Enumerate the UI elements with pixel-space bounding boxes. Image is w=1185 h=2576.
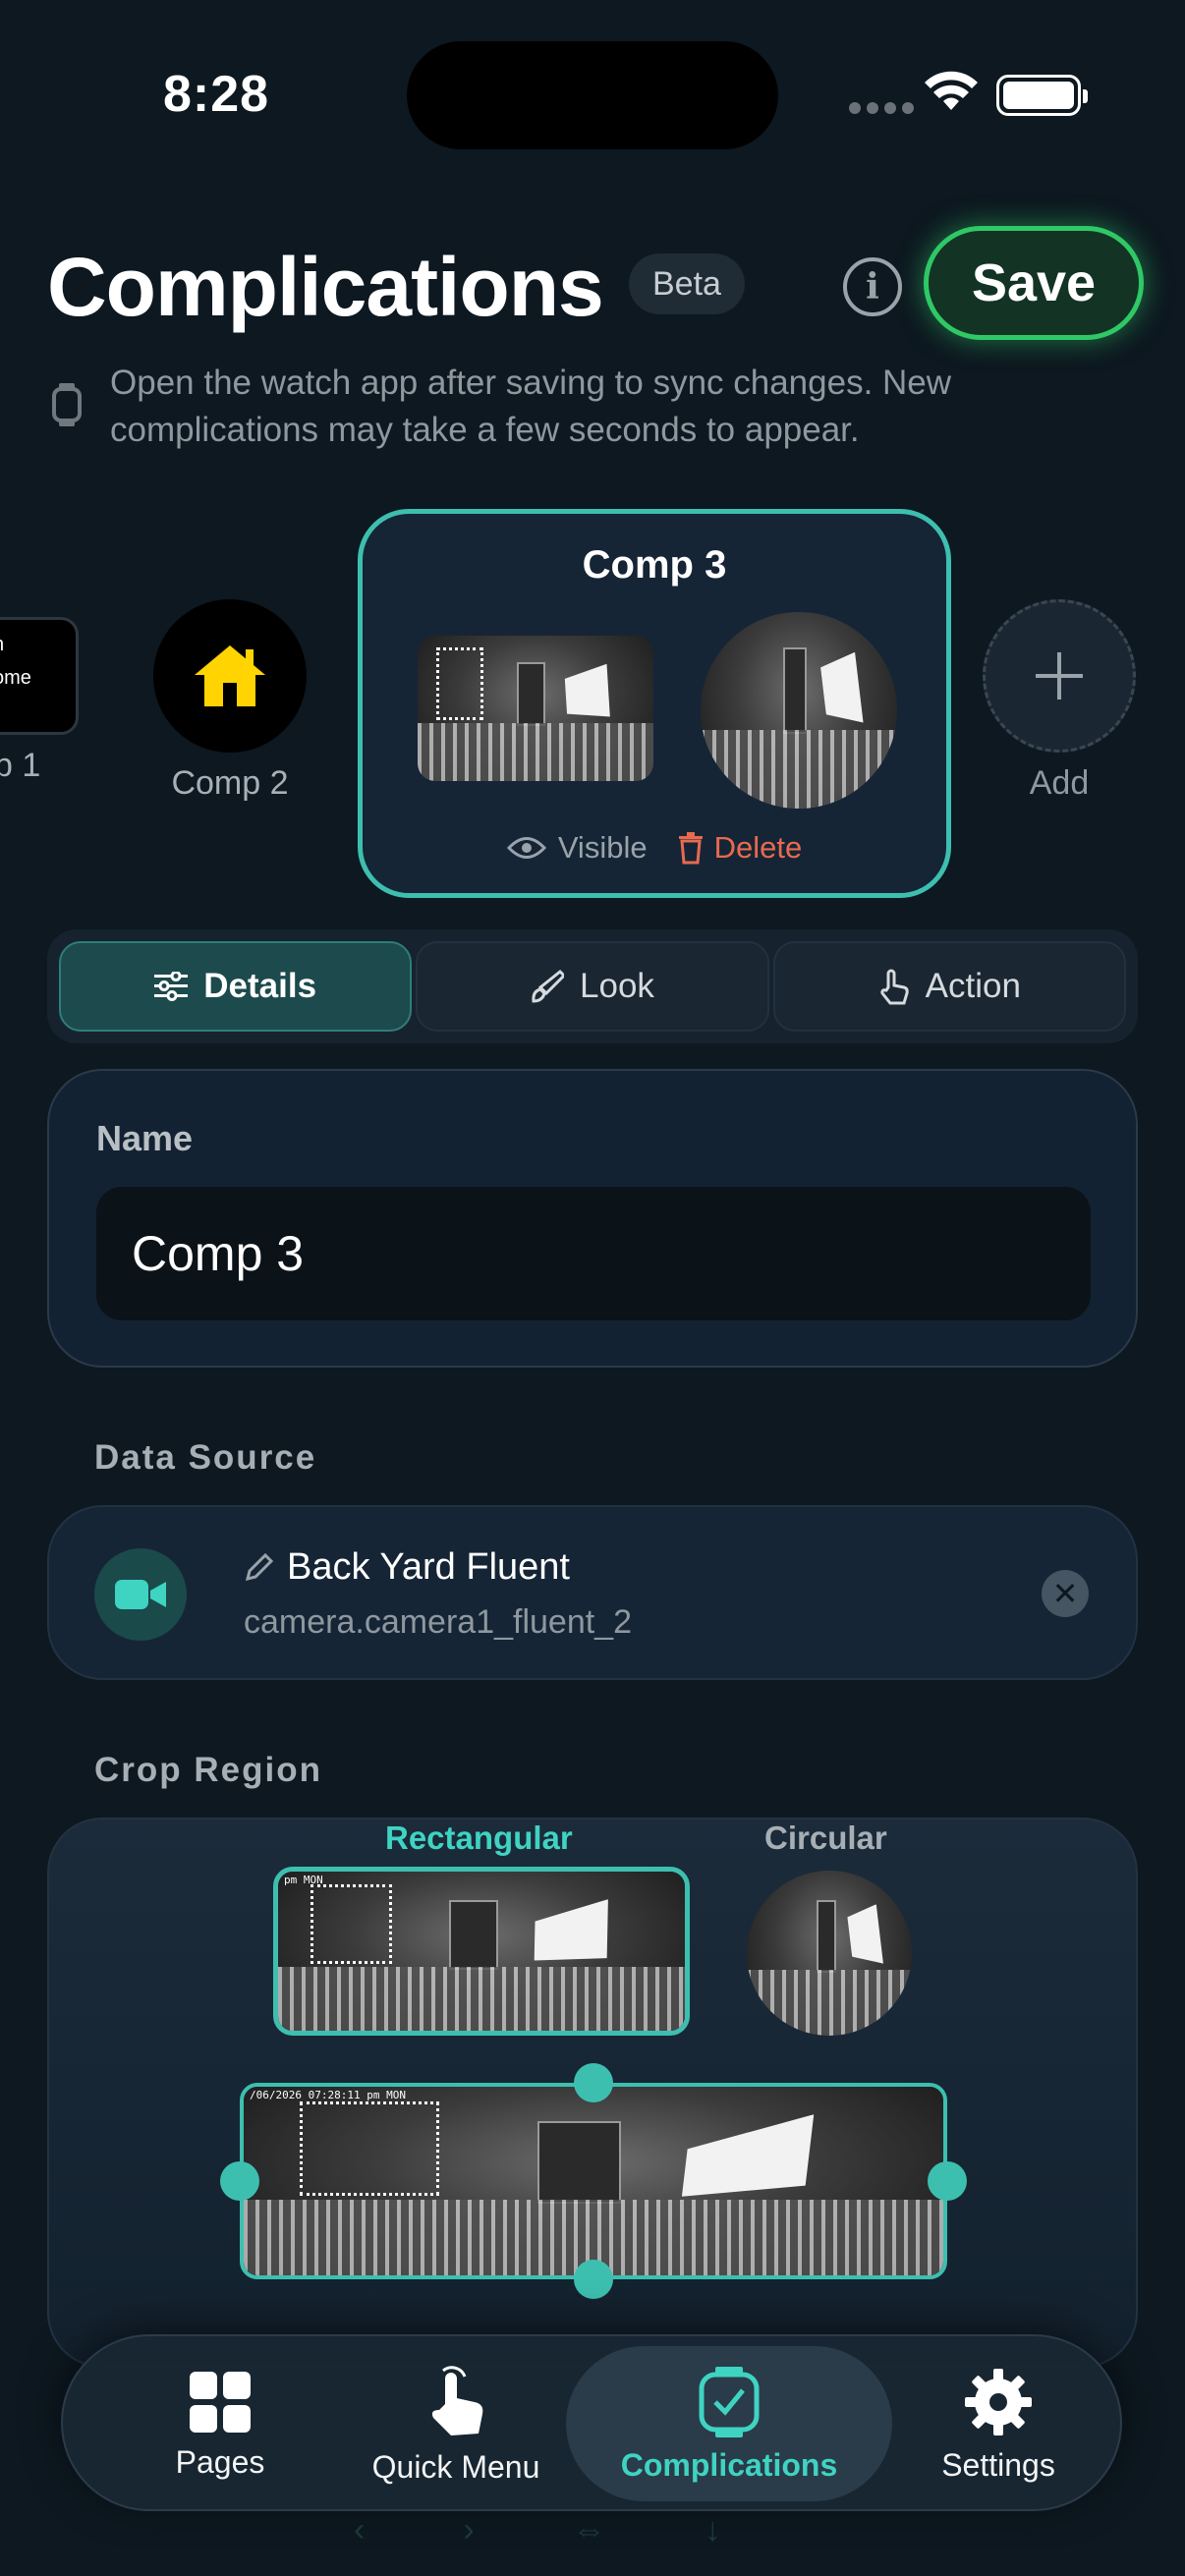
- nav-quick-menu[interactable]: Quick Menu: [348, 2336, 564, 2513]
- nav-complications[interactable]: Complications: [566, 2336, 892, 2513]
- data-source-name: Back Yard Fluent: [287, 1546, 570, 1588]
- complication-card-1[interactable]: n ome: [0, 617, 79, 735]
- nav-pages-label: Pages: [175, 2443, 265, 2480]
- crop-region-heading: Crop Region: [94, 1751, 322, 1789]
- dynamic-island: [407, 41, 778, 149]
- crop-handle-right[interactable]: [928, 2161, 967, 2201]
- nav-pages[interactable]: Pages: [102, 2336, 338, 2513]
- sync-note: Open the watch app after saving to sync …: [110, 364, 952, 449]
- complication-card-selected[interactable]: Comp 3 Visible Delete: [358, 509, 951, 898]
- comp1-preview-text: ome: [0, 667, 31, 689]
- grid-icon: [190, 2371, 251, 2433]
- crop-editor-image[interactable]: /06/2026 07:28:11 pm MON: [240, 2083, 947, 2279]
- gear-icon: [965, 2368, 1032, 2436]
- timestamp-overlay: /06/2026 07:28:11 pm MON: [250, 2089, 406, 2101]
- crop-tab-circular[interactable]: Circular: [764, 1820, 887, 1857]
- tab-look[interactable]: Look: [416, 941, 769, 1032]
- complication-card-2[interactable]: [153, 599, 307, 753]
- delete-button[interactable]: Delete: [677, 830, 803, 866]
- tab-details-label: Details: [203, 967, 317, 1005]
- nav-settings-label: Settings: [941, 2446, 1055, 2483]
- bottom-tab-bar: Pages Quick Menu Complications Settings: [61, 2334, 1122, 2511]
- sliders-icon: [154, 972, 189, 1001]
- crop-handle-left[interactable]: [220, 2161, 259, 2201]
- delete-label: Delete: [713, 830, 803, 865]
- pencil-icon: [245, 1552, 273, 1581]
- save-button[interactable]: Save: [924, 226, 1144, 340]
- hidden-arrow-controls: ‹ › ⇔ ↓: [354, 2511, 721, 2548]
- comp1-preview-text: n: [0, 634, 4, 656]
- tab-action[interactable]: Action: [772, 941, 1126, 1032]
- camera-preview-circular: [701, 612, 897, 809]
- beta-badge: Beta: [629, 253, 745, 314]
- crop-preview-circular[interactable]: [747, 1871, 912, 2036]
- name-card: Name: [47, 1069, 1138, 1368]
- nav-complications-label: Complications: [620, 2446, 838, 2483]
- name-input[interactable]: [96, 1187, 1091, 1320]
- tap-icon: [880, 969, 909, 1005]
- tab-look-label: Look: [580, 967, 654, 1005]
- cellular-signal-icon: [849, 102, 914, 114]
- crop-tab-rectangular[interactable]: Rectangular: [385, 1820, 573, 1857]
- visible-label: Visible: [557, 830, 648, 865]
- clear-source-icon[interactable]: ✕: [1042, 1570, 1089, 1617]
- trash-icon: [678, 832, 703, 865]
- visible-toggle[interactable]: Visible: [506, 830, 648, 866]
- add-complication-button[interactable]: [983, 599, 1136, 753]
- plus-icon: [1036, 652, 1083, 700]
- wifi-icon: [924, 71, 979, 119]
- hand-tap-icon: [431, 2365, 483, 2436]
- nav-quick-menu-label: Quick Menu: [371, 2448, 540, 2485]
- eye-icon: [506, 837, 546, 859]
- complication-label-2: Comp 2: [171, 764, 289, 802]
- crop-handle-bottom[interactable]: [574, 2260, 613, 2299]
- tab-action-label: Action: [925, 967, 1021, 1005]
- nav-settings[interactable]: Settings: [900, 2336, 1097, 2513]
- crop-handle-top[interactable]: [574, 2063, 613, 2102]
- info-icon[interactable]: i: [843, 257, 902, 316]
- paintbrush-icon: [532, 970, 565, 1003]
- data-source-entity: camera.camera1_fluent_2: [244, 1603, 633, 1641]
- tab-details[interactable]: Details: [59, 941, 413, 1032]
- timestamp-overlay: pm MON: [284, 1874, 323, 1886]
- editor-tabs: Details Look Action: [47, 929, 1138, 1043]
- complication-label-1: p 1: [0, 747, 41, 784]
- camera-preview-rectangular: [418, 636, 653, 781]
- add-label: Add: [1029, 764, 1090, 802]
- selected-complication-title: Comp 3: [582, 543, 727, 587]
- page-title: Complications: [47, 241, 604, 333]
- crop-preview-rectangular[interactable]: pm MON: [273, 1867, 690, 2036]
- crop-region-card: Rectangular Circular pm MON /06/2026 07:…: [47, 1818, 1138, 2368]
- data-source-card[interactable]: Back Yard Fluent camera.camera1_fluent_2…: [47, 1505, 1138, 1680]
- battery-icon: [996, 75, 1088, 116]
- data-source-heading: Data Source: [94, 1438, 317, 1477]
- name-field-label: Name: [96, 1118, 194, 1158]
- status-time: 8:28: [163, 66, 270, 123]
- watch-check-icon: [699, 2366, 760, 2437]
- watch-icon: [51, 383, 83, 431]
- video-camera-icon: [94, 1548, 187, 1641]
- home-icon: [195, 645, 265, 706]
